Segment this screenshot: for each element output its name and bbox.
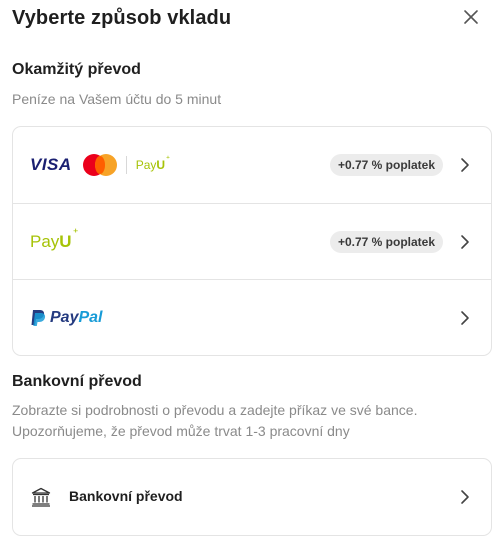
bank-transfer-description-1: Zobrazte si podrobnosti o převodu a zade… (12, 402, 418, 418)
instant-transfer-description: Peníze na Vašem účtu do 5 minut (12, 91, 222, 107)
bank-transfer-title: Bankovní převod (12, 373, 142, 390)
bank-transfer-label: Bankovní převod (69, 488, 183, 504)
payu-logo: PayU ⁺ (135, 154, 171, 172)
dialog-title: Vyberte způsob vkladu (12, 7, 232, 29)
chevron-right-icon (461, 310, 469, 325)
payment-option-cards[interactable]: VISA PayU ⁺ +0.77 % poplatek (13, 127, 491, 203)
logo-divider (125, 156, 127, 174)
instant-transfer-title: Okamžitý převod (12, 61, 141, 78)
payment-option-paypal[interactable]: Pay Pal (13, 279, 491, 355)
chevron-right-icon (461, 490, 469, 504)
bank-transfer-description-2: Upozorňujeme, že převod může trvat 1-3 p… (12, 423, 350, 439)
paypal-logo: Pay Pal (30, 309, 102, 327)
fee-badge: +0.77 % poplatek (329, 154, 443, 176)
chevron-right-icon (461, 234, 469, 249)
bank-icon (31, 487, 51, 507)
visa-logo: VISA (30, 155, 72, 174)
close-icon[interactable] (461, 7, 481, 27)
mastercard-logo (82, 154, 117, 176)
instant-payment-methods: VISA PayU ⁺ +0.77 % poplatek PayU ⁺ +0.77 … (12, 126, 492, 356)
payu-logo: PayU ⁺ (30, 226, 79, 251)
fee-badge: +0.77 % poplatek (329, 230, 443, 253)
bank-payment-methods: Bankovní převod (12, 458, 492, 536)
dialog-header: Vyberte způsob vkladu (12, 0, 486, 38)
payment-option-bank-transfer[interactable]: Bankovní převod (13, 459, 491, 535)
card-logos: VISA PayU ⁺ (30, 154, 171, 176)
paypal-logos: Pay Pal (30, 309, 102, 327)
payment-option-payu[interactable]: PayU ⁺ +0.77 % poplatek (13, 203, 491, 279)
payu-logos: PayU ⁺ (30, 226, 79, 252)
paypal-icon (31, 309, 46, 326)
chevron-right-icon (461, 158, 469, 172)
